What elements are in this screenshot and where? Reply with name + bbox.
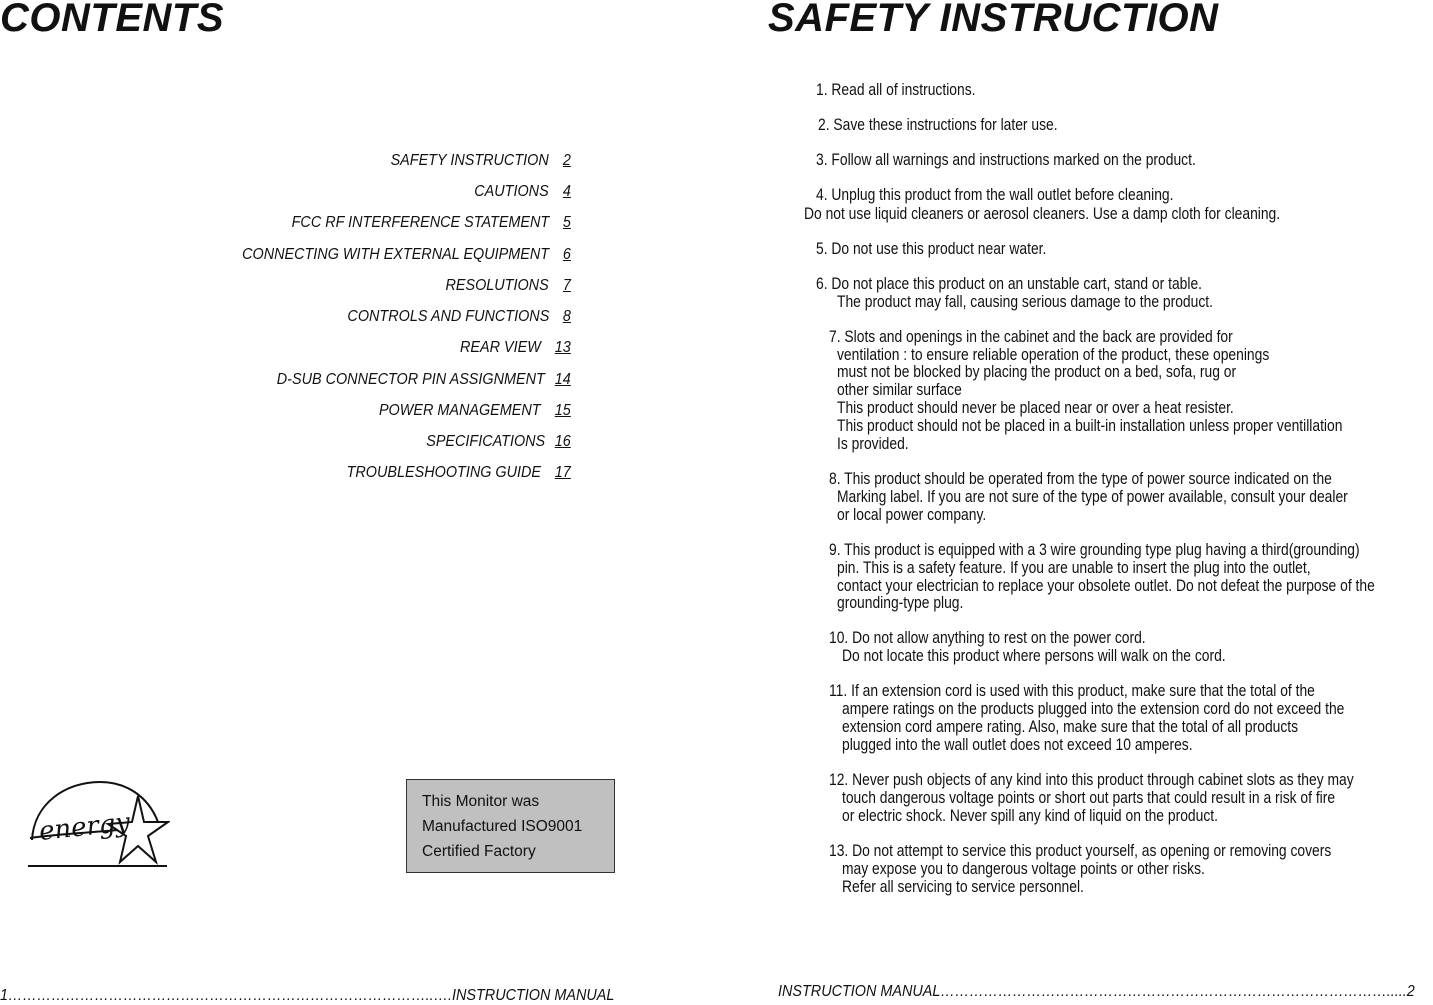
toc-entry-title: SAFETY INSTRUCTION [390,152,549,169]
safety-text-line: extension cord ampere rating. Also, make… [842,718,1299,736]
safety-text-line: Do not use liquid cleaners or aerosol cl… [804,205,1281,223]
left-footer: 1……………………………………………………………………………..….INSTRU… [0,987,615,1004]
safety-text-line: Is provided. [837,435,909,453]
safety-text-line: plugged into the wall outlet does not ex… [842,736,1193,754]
safety-text-line: may expose you to dangerous voltage poin… [842,860,1205,878]
toc-entry-page[interactable]: 17 [555,464,571,482]
iso-line: This Monitor was [422,793,540,810]
toc-entry-page[interactable]: 2 [563,152,571,170]
safety-text-line: ampere ratings on the products plugged i… [842,700,1345,718]
toc-entry-title: CONTROLS AND FUNCTIONS [347,308,549,325]
safety-text-line: Refer all servicing to service personnel… [842,878,1084,896]
safety-text-line: 4. Unplug this product from the wall out… [816,186,1174,204]
safety-text-line: 10. Do not allow anything to rest on the… [829,629,1146,647]
iso-certification-box: This Monitor was Manufactured ISO9001 Ce… [406,779,615,873]
safety-text-line: 12. Never push objects of any kind into … [829,771,1354,789]
safety-text-line: 9. This product is equipped with a 3 wir… [829,541,1360,559]
safety-text-line: 8. This product should be operated from … [829,470,1332,488]
svg-text:energy: energy [38,808,132,847]
safety-text-line: The product may fall, causing serious da… [837,293,1213,311]
toc-entry-page[interactable]: 15 [555,402,571,420]
iso-line: Manufactured ISO9001 [422,818,583,835]
safety-text-line: 1. Read all of instructions. [816,81,976,99]
safety-text-line: grounding-type plug. [837,594,964,612]
safety-text-line: other similar surface [837,381,962,399]
toc-entry-title: CAUTIONS [474,183,549,200]
safety-instruction-title: SAFETY INSTRUCTION [768,0,1219,40]
toc-entry-page[interactable]: 13 [555,339,571,357]
safety-text-line: 2. Save these instructions for later use… [818,116,1058,134]
safety-text-line: or local power company. [837,506,987,524]
safety-text-line: or electric shock. Never spill any kind … [842,807,1218,825]
toc-entry-title: POWER MANAGEMENT [379,402,541,419]
toc-entry-title: D-SUB CONNECTOR PIN ASSIGNMENT [276,371,545,388]
toc-entry-title: RESOLUTIONS [445,277,549,294]
safety-text-line: contact your electrician to replace your… [837,577,1375,595]
safety-text-line: ventilation : to ensure reliable operati… [837,346,1270,364]
toc-entry-page[interactable]: 16 [555,433,571,451]
right-footer: INSTRUCTION MANUAL…………………………………………………………… [778,983,1415,1000]
toc-entry-page[interactable]: 6 [563,246,571,264]
toc-entry-title: TROUBLESHOOTING GUIDE [346,464,541,481]
energy-star-logo: energy [28,780,170,867]
toc-entry-page[interactable]: 7 [563,277,571,295]
safety-text-line: 6. Do not place this product on an unsta… [816,275,1203,293]
iso-line: Certified Factory [422,843,536,860]
safety-text-line: pin. This is a safety feature. If you ar… [837,559,1311,577]
safety-text-line: Do not locate this product where persons… [842,647,1226,665]
toc-entry-page[interactable]: 5 [563,214,571,232]
toc-entry-page[interactable]: 4 [563,183,571,201]
safety-text-line: 3. Follow all warnings and instructions … [816,151,1196,169]
toc-entry-title: CONNECTING WITH EXTERNAL EQUIPMENT [242,246,549,263]
safety-text-line: 11. If an extension cord is used with th… [829,682,1315,700]
safety-text-line: must not be blocked by placing the produ… [837,363,1237,381]
toc-entry-title: REAR VIEW [460,339,541,356]
toc-entry-page[interactable]: 8 [563,308,571,326]
safety-text-line: 5. Do not use this product near water. [816,240,1047,258]
toc-entry-title: SPECIFICATIONS [426,433,545,450]
safety-text-line: 7. Slots and openings in the cabinet and… [829,328,1233,346]
safety-text-line: 13. Do not attempt to service this produ… [829,842,1332,860]
safety-text-line: Marking label. If you are not sure of th… [837,488,1348,506]
contents-title: CONTENTS [0,0,224,40]
safety-text-line: This product should never be placed near… [837,399,1234,417]
toc-entry-title: FCC RF INTERFERENCE STATEMENT [291,214,549,231]
safety-text-line: touch dangerous voltage points or short … [842,789,1336,807]
toc-entry-page[interactable]: 14 [555,371,571,389]
safety-text-line: This product should not be placed in a b… [837,417,1343,435]
